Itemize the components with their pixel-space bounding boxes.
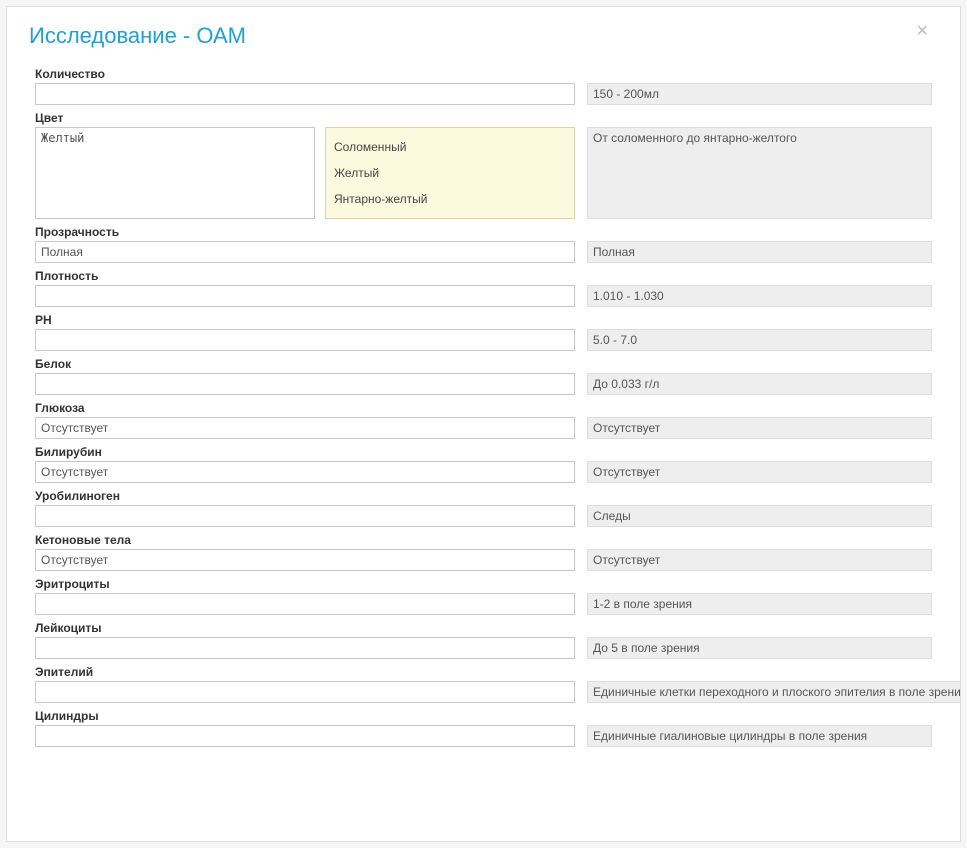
label-ketones: Кетоновые тела	[35, 533, 575, 547]
norm-epithelium: Единичные клетки переходного и плоского …	[587, 681, 961, 703]
input-cylinders[interactable]	[35, 725, 575, 747]
label-glucose: Глюкоза	[35, 401, 575, 415]
norm-ketones: Отсутствует	[587, 549, 932, 571]
input-color[interactable]	[35, 127, 315, 219]
label-density: Плотность	[35, 269, 575, 283]
norm-protein: До 0.033 г/л	[587, 373, 932, 395]
label-erythrocytes: Эритроциты	[35, 577, 575, 591]
label-protein: Белок	[35, 357, 575, 371]
norm-glucose: Отсутствует	[587, 417, 932, 439]
row-ketones: Кетоновые тела Отсутствует	[35, 533, 932, 571]
input-epithelium[interactable]	[35, 681, 575, 703]
color-option-amber[interactable]: Янтарно-желтый	[330, 186, 570, 212]
color-options-list[interactable]: Соломенный Желтый Янтарно-желтый	[325, 127, 575, 219]
row-epithelium: Эпителий Единичные клетки переходного и …	[35, 665, 932, 703]
color-option-yellow[interactable]: Желтый	[330, 160, 570, 186]
close-icon[interactable]: ×	[912, 19, 932, 43]
label-ph: PH	[35, 313, 575, 327]
row-bilirubin: Билирубин Отсутствует	[35, 445, 932, 483]
norm-urobilinogen: Следы	[587, 505, 932, 527]
row-urobilinogen: Уробилиноген Следы	[35, 489, 932, 527]
norm-ph: 5.0 - 7.0	[587, 329, 932, 351]
norm-bilirubin: Отсутствует	[587, 461, 932, 483]
label-leukocytes: Лейкоциты	[35, 621, 575, 635]
label-color: Цвет	[35, 111, 315, 125]
row-protein: Белок До 0.033 г/л	[35, 357, 932, 395]
row-quantity: Количество 150 - 200мл	[35, 67, 932, 105]
label-clarity: Прозрачность	[35, 225, 575, 239]
input-ph[interactable]	[35, 329, 575, 351]
input-ketones[interactable]	[35, 549, 575, 571]
dialog-window: Исследование - ОАМ × Количество 150 - 20…	[6, 6, 961, 842]
label-quantity: Количество	[35, 67, 575, 81]
norm-erythrocytes: 1-2 в поле зрения	[587, 593, 932, 615]
norm-quantity: 150 - 200мл	[587, 83, 932, 105]
norm-density: 1.010 - 1.030	[587, 285, 932, 307]
row-clarity: Прозрачность Полная	[35, 225, 932, 263]
label-epithelium: Эпителий	[35, 665, 575, 679]
row-glucose: Глюкоза Отсутствует	[35, 401, 932, 439]
color-option-straw[interactable]: Соломенный	[330, 134, 570, 160]
input-density[interactable]	[35, 285, 575, 307]
input-clarity[interactable]	[35, 241, 575, 263]
input-urobilinogen[interactable]	[35, 505, 575, 527]
input-glucose[interactable]	[35, 417, 575, 439]
row-ph: PH 5.0 - 7.0	[35, 313, 932, 351]
dialog-header: Исследование - ОАМ ×	[29, 19, 932, 67]
input-erythrocytes[interactable]	[35, 593, 575, 615]
input-bilirubin[interactable]	[35, 461, 575, 483]
input-protein[interactable]	[35, 373, 575, 395]
dialog-title: Исследование - ОАМ	[29, 23, 246, 49]
input-quantity[interactable]	[35, 83, 575, 105]
input-leukocytes[interactable]	[35, 637, 575, 659]
norm-color: От соломенного до янтарно-желтого	[587, 127, 932, 219]
row-density: Плотность 1.010 - 1.030	[35, 269, 932, 307]
row-erythrocytes: Эритроциты 1-2 в поле зрения	[35, 577, 932, 615]
label-bilirubin: Билирубин	[35, 445, 575, 459]
row-leukocytes: Лейкоциты До 5 в поле зрения	[35, 621, 932, 659]
label-urobilinogen: Уробилиноген	[35, 489, 575, 503]
norm-cylinders: Единичные гиалиновые цилиндры в поле зре…	[587, 725, 932, 747]
label-cylinders: Цилиндры	[35, 709, 575, 723]
form-body: Количество 150 - 200мл Цвет Соломенный Ж…	[29, 67, 932, 747]
row-cylinders: Цилиндры Единичные гиалиновые цилиндры в…	[35, 709, 932, 747]
norm-leukocytes: До 5 в поле зрения	[587, 637, 932, 659]
row-color: Цвет Соломенный Желтый Янтарно-желтый От…	[35, 111, 932, 219]
norm-clarity: Полная	[587, 241, 932, 263]
